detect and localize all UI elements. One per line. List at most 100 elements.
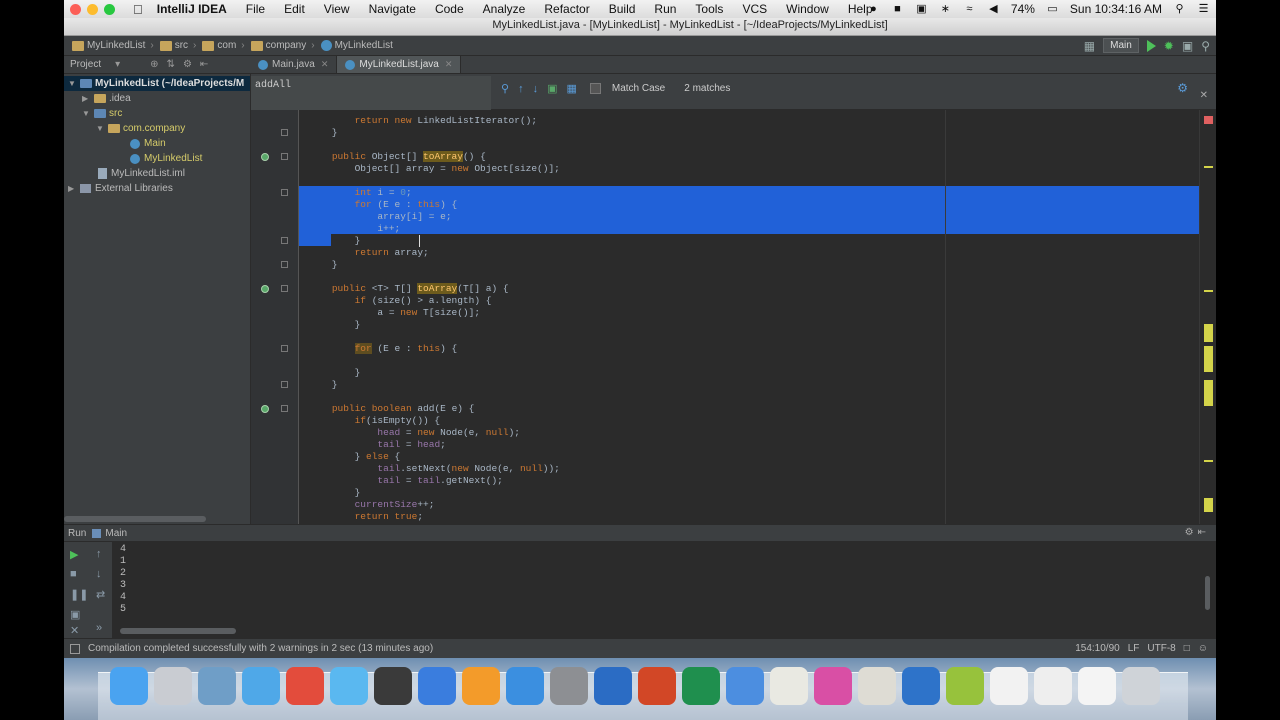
console-line[interactable]: 1 (120, 556, 126, 568)
code-line[interactable]: } (309, 487, 361, 499)
tree-node-idea[interactable]: ▶ .idea (82, 91, 131, 106)
dump-threads-icon[interactable]: ▣ (70, 608, 80, 621)
code-line[interactable]: } (309, 127, 338, 139)
fold-marker-icon[interactable] (281, 237, 288, 244)
excel-icon[interactable] (682, 667, 720, 705)
project-panel-label[interactable]: Project (70, 59, 101, 70)
code-line[interactable]: return true; (309, 511, 423, 523)
tree-node-iml[interactable]: MyLinkedList.iml (98, 166, 185, 181)
warning-marker[interactable] (1204, 324, 1213, 342)
spotlight-search-icon[interactable]: ⚲ (1173, 3, 1186, 15)
run-icon[interactable] (1146, 39, 1156, 52)
close-find-icon[interactable]: ✕ (1200, 90, 1208, 101)
add-selection-icon[interactable]: ▣ (547, 82, 557, 95)
display-icon[interactable]: ▣ (915, 3, 928, 15)
volume-icon[interactable]: ◀ (987, 3, 1000, 15)
wifi-icon[interactable]: ≈ (963, 3, 976, 15)
bluetooth-icon[interactable]: ∗ (939, 3, 952, 15)
intellij-icon[interactable] (814, 667, 852, 705)
next-match-icon[interactable]: ↓ (533, 83, 539, 95)
line-separator[interactable]: LF (1128, 643, 1140, 654)
search-history-icon[interactable]: ⚲ (501, 82, 509, 95)
pause-icon[interactable]: ❚❚ (70, 588, 88, 601)
code-line[interactable]: if (size() > a.length) { (309, 295, 492, 307)
system-preferences-icon[interactable] (550, 667, 588, 705)
warning-marker[interactable] (1204, 290, 1213, 292)
console-line[interactable]: 3 (120, 580, 126, 592)
code-line[interactable]: public boolean add(E e) { (309, 403, 475, 415)
horizontal-scrollbar[interactable] (64, 516, 206, 522)
code-line[interactable]: } (309, 235, 361, 247)
hide-panel-icon[interactable]: ⇤ (200, 59, 208, 70)
override-marker-icon[interactable] (261, 405, 269, 413)
code-line[interactable]: public Object[] toArray() { (309, 151, 486, 163)
tree-node-project-root[interactable]: ▼ MyLinkedList (~/IdeaProjects/M (64, 76, 250, 91)
expand-arrow-icon[interactable]: ▼ (82, 109, 90, 118)
fold-marker-icon[interactable] (281, 153, 288, 160)
horizontal-scrollbar[interactable] (120, 628, 236, 634)
status-message[interactable]: Compilation completed successfully with … (88, 643, 433, 654)
launchpad-icon[interactable] (154, 667, 192, 705)
scroll-down-icon[interactable]: ↓ (96, 568, 102, 580)
code-line[interactable]: Object[] array = new Object[size()]; (309, 163, 560, 175)
override-marker-icon[interactable] (261, 153, 269, 161)
code-line[interactable]: head = new Node(e, null); (309, 427, 520, 439)
stop-icon[interactable]: ■ (891, 3, 904, 15)
menu-window[interactable]: Window (786, 2, 829, 16)
file-encoding[interactable]: UTF-8 (1147, 643, 1175, 654)
menu-file[interactable]: File (246, 2, 265, 16)
menu-run[interactable]: Run (654, 2, 676, 16)
error-marker[interactable] (1204, 116, 1213, 124)
clock[interactable]: Sun 10:34:16 AM (1070, 2, 1162, 16)
breadcrumb-class[interactable]: MyLinkedList (320, 40, 393, 51)
warning-marker[interactable] (1204, 346, 1213, 372)
run-settings-icon[interactable]: ⚙⇤ (1185, 527, 1210, 538)
close-tab-icon[interactable]: ✕ (445, 59, 453, 70)
menu-tools[interactable]: Tools (695, 2, 723, 16)
filter-icon[interactable]: ▦ (566, 82, 576, 95)
caret-position[interactable]: 154:10/90 (1075, 643, 1120, 654)
code-line[interactable]: return array; (309, 247, 429, 259)
collapsed-arrow-icon[interactable]: ▶ (68, 184, 76, 193)
fold-marker-icon[interactable] (281, 189, 288, 196)
lock-icon[interactable]: □ (1184, 643, 1190, 654)
code-line[interactable]: tail.setNext(new Node(e, null)); (309, 463, 559, 475)
code-line[interactable]: } (309, 319, 361, 331)
fold-marker-icon[interactable] (281, 129, 288, 136)
fold-marker-icon[interactable] (281, 405, 288, 412)
previous-match-icon[interactable]: ↑ (518, 83, 524, 95)
facetime-icon[interactable] (374, 667, 412, 705)
code-line[interactable]: i++; (309, 223, 400, 235)
debug-icon[interactable]: ✹ (1164, 39, 1174, 53)
menu-vcs[interactable]: VCS (742, 2, 767, 16)
menu-build[interactable]: Build (609, 2, 636, 16)
collapse-all-icon[interactable]: ⇅ (167, 59, 175, 70)
error-stripe[interactable] (1199, 110, 1216, 524)
menu-app-name[interactable]: IntelliJ IDEA (157, 2, 227, 16)
search-icon[interactable]: ⚲ (1201, 39, 1210, 53)
close-run-icon[interactable]: ✕ (70, 624, 79, 637)
code-line[interactable]: int i = 0; (309, 187, 412, 199)
ibooks-icon[interactable] (462, 667, 500, 705)
xcode-icon[interactable] (726, 667, 764, 705)
warning-marker[interactable] (1204, 380, 1213, 406)
find-settings-icon[interactable]: ⚙ (1177, 81, 1188, 95)
menu-edit[interactable]: Edit (284, 2, 305, 16)
scroll-to-source-icon[interactable]: ⊕ (150, 59, 158, 70)
close-tab-icon[interactable]: ✕ (321, 59, 329, 70)
preview-icon[interactable] (198, 667, 236, 705)
code-line[interactable]: } (309, 379, 338, 391)
menu-navigate[interactable]: Navigate (369, 2, 416, 16)
tree-node-mylinkedlist[interactable]: MyLinkedList (130, 151, 202, 166)
tree-node-external-libraries[interactable]: ▶ External Libraries (68, 181, 173, 196)
tree-node-com-company[interactable]: ▼ com.company (96, 121, 185, 136)
breadcrumb-com[interactable]: com › (202, 40, 245, 51)
run-panel-config[interactable]: Main (105, 528, 127, 539)
app-store-icon[interactable] (506, 667, 544, 705)
code-line[interactable]: a = new T[size()]; (309, 307, 480, 319)
soft-wrap-icon[interactable]: ⇄ (96, 588, 105, 601)
editor-gutter[interactable] (251, 110, 299, 524)
breadcrumb-project[interactable]: MyLinkedList › (72, 40, 154, 51)
find-input[interactable]: addAll (251, 76, 491, 110)
messages-icon[interactable] (330, 667, 368, 705)
